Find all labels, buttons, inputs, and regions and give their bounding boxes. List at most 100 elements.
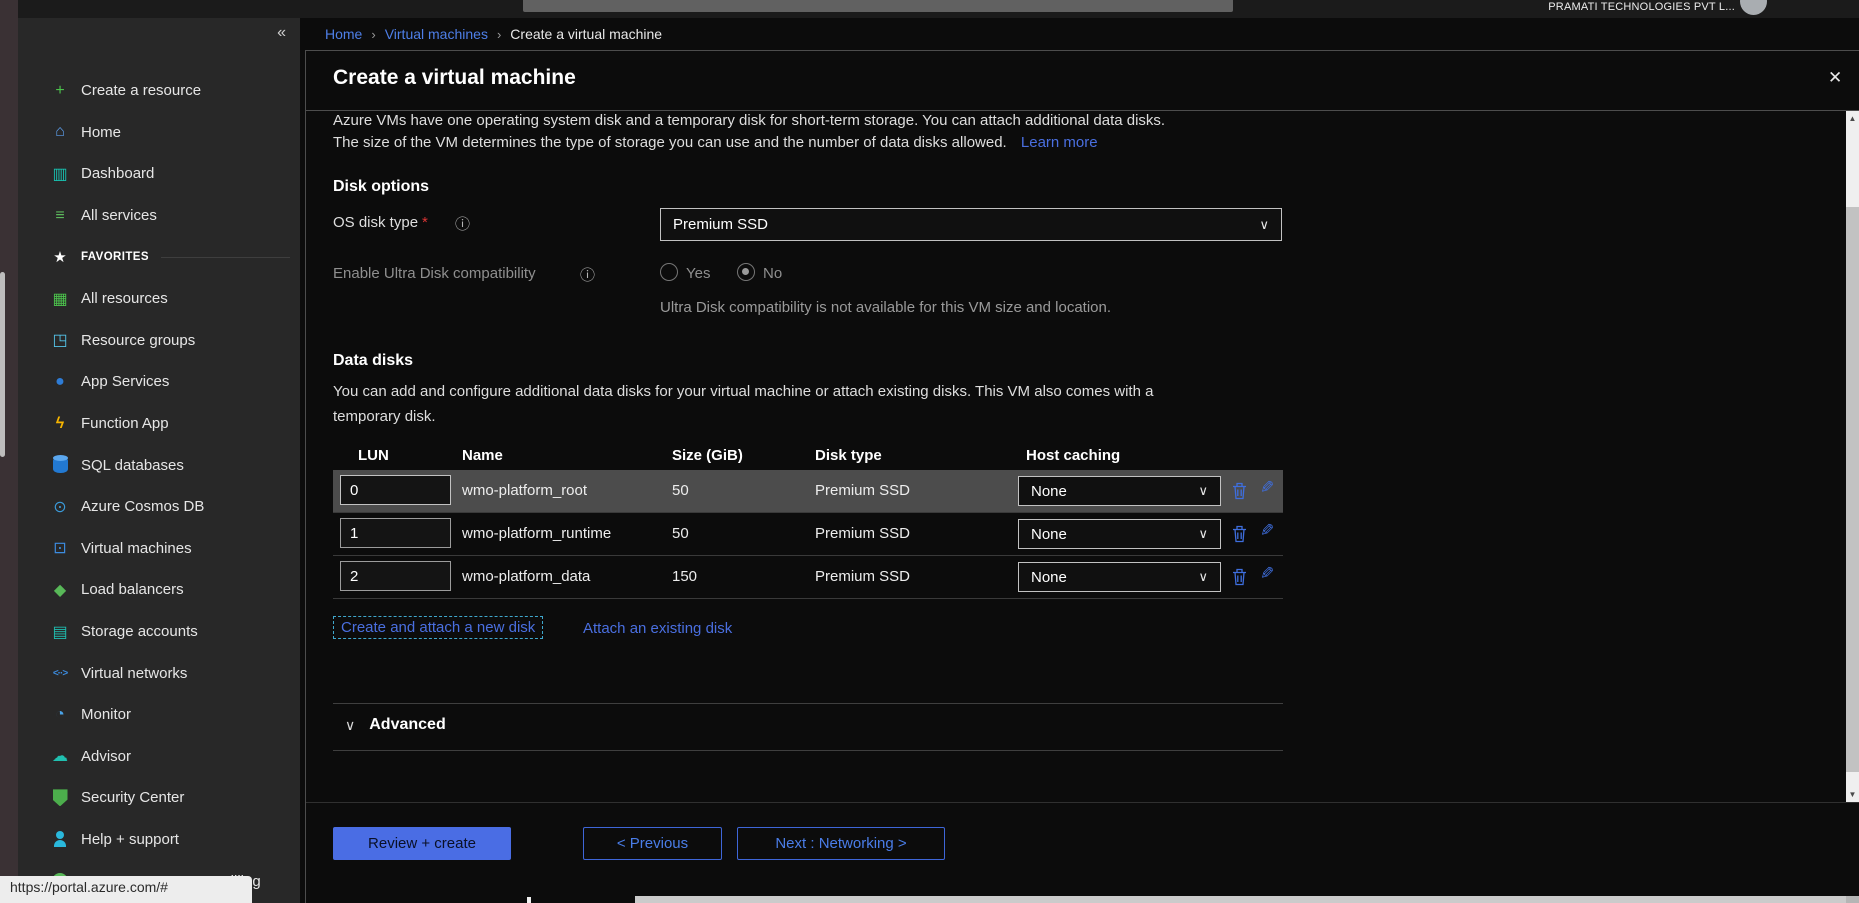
sidebar-item-dashboard[interactable]: ▥ Dashboard [18,153,300,195]
info-icon[interactable]: ⓘ [580,264,595,285]
column-header-host-caching: Host caching [1026,447,1120,464]
close-icon[interactable]: ✕ [1828,68,1842,88]
previous-button[interactable]: < Previous [583,827,722,860]
review-create-button[interactable]: Review + create [333,827,511,860]
create-attach-new-disk-link[interactable]: Create and attach a new disk [333,616,543,639]
radio-yes[interactable] [660,263,678,281]
sidebar-item-app-services[interactable]: ● App Services [18,361,300,403]
sidebar-item-label: All resources [81,290,168,307]
sidebar-item-monitor[interactable]: ◔ Monitor [18,694,300,736]
scroll-down-icon[interactable]: ▼ [1846,790,1859,799]
plus-icon: + [48,82,72,100]
sidebar-item-label: Advisor [81,748,131,765]
sidebar-item-label: Virtual networks [81,665,187,682]
trash-icon[interactable] [1232,568,1247,586]
blade-left-border [305,50,306,903]
sidebar-item-function-app[interactable]: ϟ Function App [18,403,300,445]
sidebar-item-azure-cosmos-db[interactable]: ⊙ Azure Cosmos DB [18,486,300,528]
chevron-down-icon: ∨ [1198,526,1208,542]
chevron-down-icon: ∨ [1198,569,1208,585]
sidebar-item-help-support[interactable]: Help + support [18,819,300,861]
sidebar-item-label: Storage accounts [81,623,198,640]
sidebar-item-all-resources[interactable]: ▦ All resources [18,278,300,320]
lun-input[interactable] [340,561,451,591]
planet-icon: ⊙ [48,497,72,517]
sidebar-item-resource-groups[interactable]: ◳ Resource groups [18,320,300,362]
lun-input[interactable] [340,475,451,505]
sidebar-item-label: Home [81,124,121,141]
column-header-name: Name [462,447,503,464]
chevron-right-icon: › [371,27,375,42]
host-caching-dropdown[interactable]: None ∨ [1018,519,1221,549]
os-disk-type-value: Premium SSD [673,216,768,233]
host-caching-value: None [1031,526,1067,543]
learn-more-link[interactable]: Learn more [1021,134,1098,151]
disk-size: 150 [672,556,697,598]
sidebar-item-create-a-resource[interactable]: + Create a resource [18,70,300,112]
column-header-size: Size (GiB) [672,447,743,464]
tenant-name: PRAMATI TECHNOLOGIES PVT L... [1548,1,1735,13]
next-networking-button[interactable]: Next : Networking > [737,827,945,860]
sidebar-item-virtual-networks[interactable]: <··> Virtual networks [18,652,300,694]
host-caching-dropdown[interactable]: None ∨ [1018,476,1221,506]
disk-name: wmo-platform_root [462,470,587,512]
edge-scroll-handle[interactable] [0,272,5,457]
radio-no[interactable] [737,263,755,281]
sidebar-item-security-center[interactable]: Security Center [18,777,300,819]
data-disks-description-2: temporary disk. [333,408,436,425]
vertical-scrollbar[interactable]: ▲ ▼ [1846,111,1859,802]
chevron-down-icon: ∨ [345,717,355,734]
sidebar-item-storage-accounts[interactable]: ▤ Storage accounts [18,611,300,653]
ultra-disk-label: Enable Ultra Disk compatibility [333,265,536,282]
search-input[interactable] [523,0,1233,12]
info-icon[interactable]: ⓘ [455,213,470,234]
vertical-scrollbar-thumb[interactable] [1846,207,1859,772]
sidebar-item-home[interactable]: ⌂ Home [18,112,300,154]
table-row: wmo-platform_data 150 Premium SSD None ∨… [333,556,1283,598]
disk-options-heading: Disk options [333,178,429,196]
horizontal-scrollbar[interactable] [635,896,1859,903]
sidebar-item-label: Help + support [81,831,179,848]
attach-existing-disk-link[interactable]: Attach an existing disk [583,620,732,637]
os-disk-type-dropdown[interactable]: Premium SSD ∨ [660,208,1282,241]
sidebar-item-load-balancers[interactable]: ◆ Load balancers [18,569,300,611]
pencil-icon[interactable]: ✎ [1260,564,1274,584]
scroll-up-icon[interactable]: ▲ [1846,114,1859,123]
sidebar-collapse-icon[interactable]: « [277,24,286,42]
disk-size: 50 [672,513,689,555]
window-left-edge [0,0,18,903]
sidebar-item-sql-databases[interactable]: SQL databases [18,444,300,486]
gauge-icon: ◔ [48,706,72,724]
trash-icon[interactable] [1232,482,1247,500]
host-caching-value: None [1031,483,1067,500]
sidebar: « + Create a resource ⌂ Home ▥ Dashboard… [18,18,300,903]
os-disk-type-label: OS disk type* [333,214,428,231]
sidebar-item-virtual-machines[interactable]: ⊡ Virtual machines [18,528,300,570]
blade-top-border [305,50,1859,51]
list-icon: ≡ [48,207,72,225]
breadcrumb-virtual-machines-link[interactable]: Virtual machines [385,26,488,42]
pencil-icon[interactable]: ✎ [1260,521,1274,541]
divider [333,750,1283,751]
shield-icon [48,789,72,806]
divider [161,257,290,258]
trash-icon[interactable] [1232,525,1247,543]
breadcrumb-home-link[interactable]: Home [325,26,362,42]
horizontal-scrollbar-end[interactable] [1846,896,1859,903]
intro-line-1: Azure VMs have one operating system disk… [333,112,1165,129]
lun-input[interactable] [340,518,451,548]
disk-type: Premium SSD [815,470,910,512]
sidebar-item-all-services[interactable]: ≡ All services [18,195,300,237]
sidebar-item-advisor[interactable]: ☁ Advisor [18,736,300,778]
advisor-cloud-icon: ☁ [48,746,72,766]
host-caching-dropdown[interactable]: None ∨ [1018,562,1221,592]
avatar[interactable] [1740,0,1767,15]
sidebar-favorites-header: ★ FAVORITES [18,236,300,278]
disk-type: Premium SSD [815,556,910,598]
advanced-section-toggle[interactable]: ∨ Advanced [345,716,446,734]
pencil-icon[interactable]: ✎ [1260,478,1274,498]
table-row: wmo-platform_runtime 50 Premium SSD None… [333,513,1283,555]
os-disk-type-label-text: OS disk type [333,214,418,231]
chevron-down-icon: ∨ [1198,483,1208,499]
disk-name: wmo-platform_runtime [462,513,611,555]
